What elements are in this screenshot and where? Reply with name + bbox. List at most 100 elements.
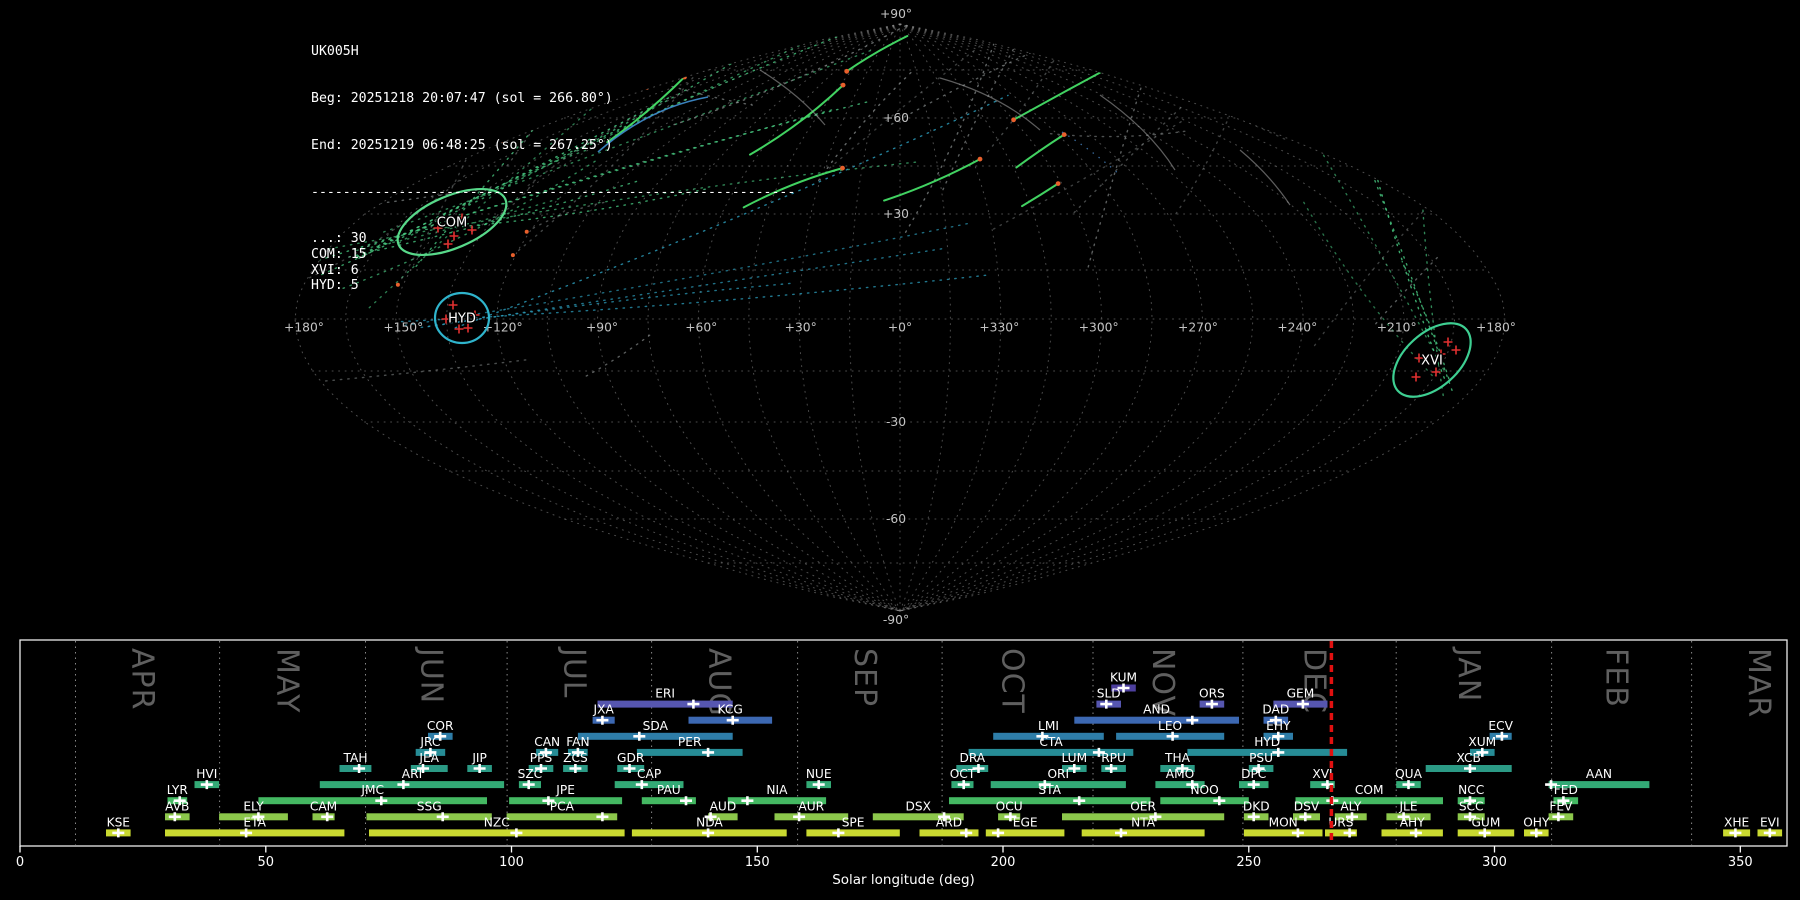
meteor-trail-sporadic xyxy=(1375,255,1440,325)
shower-label-KSE: KSE xyxy=(107,815,130,829)
shower-label-JPE: JPE xyxy=(555,783,575,797)
grid-meridian xyxy=(899,23,1456,612)
shower-label-AHY: AHY xyxy=(1400,815,1426,829)
detection-counts: ...: 30 COM: 15 XVI: 6 HYD: 5 xyxy=(311,231,795,293)
radiant-cross xyxy=(1443,337,1453,347)
shower-bar-JMC xyxy=(258,797,487,805)
session-begin: Beg: 20251218 20:07:47 (sol = 266.80°) xyxy=(311,90,613,106)
shower-label-AUD: AUD xyxy=(710,799,737,813)
x-tick-label: 200 xyxy=(991,855,1016,870)
shower-label-NTA: NTA xyxy=(1131,815,1156,829)
shower-bar-ARI xyxy=(319,781,505,789)
month-label-sep: SEP xyxy=(847,648,882,707)
station-header: UK005H Beg: 20251218 20:07:47 (sol = 266… xyxy=(311,13,795,325)
shower-label-OHY: OHY xyxy=(1523,815,1550,829)
lat-label: -90° xyxy=(883,613,909,627)
shower-label-PAU: PAU xyxy=(657,783,681,797)
shower-label-OCT: OCT xyxy=(950,767,976,781)
meteor-trail-sporadic xyxy=(1175,40,1258,215)
meteor-trail-xvi xyxy=(1301,198,1433,377)
shower-bar-SPE xyxy=(806,829,900,837)
lon-label: +270° xyxy=(1178,321,1218,335)
shower-label-SSG: SSG xyxy=(417,799,442,813)
shower-label-KUM: KUM xyxy=(1110,671,1137,685)
shower-bar-AND xyxy=(1074,716,1239,724)
detection-count-HYD: HYD: 5 xyxy=(311,278,359,294)
scene-canvas: +180° +150° +120° +90° +60° +30° +0° +330° +300°… xyxy=(16,7,1788,888)
shower-label-PCA: PCA xyxy=(550,799,575,813)
lat-label: +30 xyxy=(883,207,909,221)
shower-bar-SSG xyxy=(366,813,492,821)
shower-bars: KUM ERI SLD ORS GEM JXA KCG AND DAD COR SDA LMI LEO E… xyxy=(106,671,1783,838)
meteor-end-dot xyxy=(1011,117,1016,123)
shower-label-NCC: NCC xyxy=(1458,783,1484,797)
meteor-trail-xvi xyxy=(1295,109,1445,371)
grid-meridian xyxy=(899,23,1204,612)
lat-label: +60 xyxy=(883,111,909,125)
shower-label-CAM: CAM xyxy=(310,799,337,813)
radiant-cross xyxy=(1411,372,1421,382)
shower-label-SPE: SPE xyxy=(842,815,865,829)
meteor-trail-sporadic xyxy=(1073,104,1184,214)
meteor-trail-xvi xyxy=(1362,125,1445,379)
shower-label-SLD: SLD xyxy=(1097,687,1121,701)
meteor-trail-sporadic xyxy=(1348,42,1399,136)
meteor-trail-sporadic xyxy=(1049,130,1186,138)
separator-line: ----------------------------------------… xyxy=(311,184,796,200)
shower-label-RPU: RPU xyxy=(1101,751,1126,765)
x-tick-label: 250 xyxy=(1236,855,1261,870)
meteor-station-summary: UK005H Beg: 20251218 20:07:47 (sol = 266… xyxy=(0,0,1800,900)
shower-label-HVI: HVI xyxy=(196,767,217,781)
x-tick-label: 350 xyxy=(1728,855,1753,870)
shower-label-TAH: TAH xyxy=(343,751,368,765)
lon-label: +0° xyxy=(888,321,912,335)
shower-label-FEV: FEV xyxy=(1549,799,1573,813)
shower-label-ARI: ARI xyxy=(402,767,422,781)
lat-label: -30 xyxy=(886,415,906,429)
detection-count-COM: COM: 15 xyxy=(311,246,367,262)
meteor-trail-sporadic xyxy=(1086,24,1163,272)
meteor-track-gray xyxy=(1239,149,1291,206)
lat-label: -60 xyxy=(886,512,906,526)
meteor-track-bright xyxy=(883,158,981,202)
shower-label-STA: STA xyxy=(1038,783,1061,797)
shower-label-GUM: GUM xyxy=(1471,815,1500,829)
shower-label-PER: PER xyxy=(678,735,702,749)
x-tick-label: 0 xyxy=(16,855,24,870)
shower-label-CTA: CTA xyxy=(1039,735,1063,749)
x-axis-title: Solar longitude (deg) xyxy=(832,872,975,888)
meteor-trail-sporadic xyxy=(992,118,1187,230)
radiant-label-xvi: XVI xyxy=(1421,354,1443,369)
shower-bar-STA xyxy=(949,797,1151,805)
shower-label-MON: MON xyxy=(1269,815,1298,829)
shower-label-SCC: SCC xyxy=(1459,799,1484,813)
shower-label-OER: OER xyxy=(1130,799,1156,813)
station-id: UK005H xyxy=(311,44,359,60)
grid-meridian xyxy=(899,23,1103,612)
lon-label: +180° xyxy=(1476,321,1516,335)
shower-label-NOO: NOO xyxy=(1190,783,1218,797)
shower-label-DRA: DRA xyxy=(959,751,985,765)
shower-label-LMI: LMI xyxy=(1038,719,1059,733)
shower-bar-AUR xyxy=(774,813,849,821)
shower-label-ALY: ALY xyxy=(1340,799,1362,813)
shower-label-EVI: EVI xyxy=(1760,815,1780,829)
month-label-oct: OCT xyxy=(995,648,1030,714)
shower-bar-ERI xyxy=(597,700,733,708)
lon-label: +240° xyxy=(1277,321,1317,335)
shower-label-JMC: JMC xyxy=(360,783,384,797)
shower-label-LYR: LYR xyxy=(167,783,189,797)
shower-label-OCU: OCU xyxy=(996,799,1023,813)
detection-count-dotdotdot: ...: 30 xyxy=(311,231,367,247)
shower-label-EGE: EGE xyxy=(1013,815,1038,829)
month-label-jun: JUN xyxy=(413,646,448,704)
shower-label-CAN: CAN xyxy=(534,735,560,749)
meteor-end-dot xyxy=(840,82,846,88)
x-tick-label: 100 xyxy=(499,855,524,870)
shower-label-XHE: XHE xyxy=(1724,815,1749,829)
shower-label-SZC: SZC xyxy=(518,767,543,781)
month-label-jul: JUL xyxy=(556,646,591,699)
shower-bar-ETA xyxy=(165,829,345,837)
shower-label-DPC: DPC xyxy=(1241,767,1266,781)
lon-label: +210° xyxy=(1377,321,1417,335)
